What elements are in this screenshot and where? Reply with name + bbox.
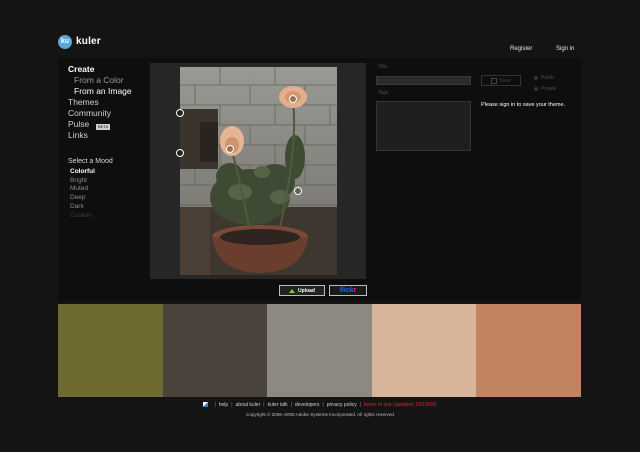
footer-terms-link[interactable]: terms of use (updated: 10/19/08) — [364, 402, 437, 408]
save-disk-icon — [491, 77, 498, 84]
nav-community[interactable]: Community — [68, 108, 111, 118]
flickr-logo-part2: r — [353, 287, 357, 294]
private-radio-icon — [534, 87, 538, 91]
rose-photo-image — [180, 67, 337, 275]
color-picker-4[interactable] — [289, 95, 297, 103]
palette-swatch-2[interactable] — [163, 304, 267, 397]
public-label: Public — [541, 75, 555, 81]
app-name[interactable]: kuler — [76, 36, 101, 47]
adobe-icon[interactable] — [203, 402, 209, 408]
color-picker-3[interactable] — [226, 145, 234, 153]
private-radio[interactable]: Private — [534, 86, 557, 92]
color-picker-5[interactable] — [294, 187, 302, 195]
mood-option-muted[interactable]: Muted — [70, 185, 88, 193]
footer-talk-link[interactable]: kuler talk — [268, 402, 288, 408]
mood-option-bright[interactable]: Bright — [70, 177, 87, 185]
flickr-button[interactable]: flick r — [329, 285, 367, 296]
public-radio[interactable]: Public — [534, 75, 555, 81]
upload-button-label: Upload — [298, 287, 315, 294]
footer-links: | help | about kuler | kuler talk | developers |… — [0, 402, 640, 408]
footer-developers-link[interactable]: developers — [295, 402, 319, 408]
mood-option-custom[interactable]: Custom — [70, 212, 92, 220]
tags-label: Tags — [378, 90, 389, 96]
nav-pulse[interactable]: Pulse — [68, 119, 89, 129]
private-label: Private — [541, 86, 557, 92]
flickr-logo-part1: flick — [339, 287, 354, 294]
signin-message: Please sign in to save your theme. — [481, 102, 566, 108]
mood-heading: Select a Mood — [68, 158, 113, 165]
tags-input[interactable] — [376, 101, 471, 151]
save-button[interactable]: Save — [481, 75, 521, 86]
signin-link[interactable]: Sign in — [556, 46, 574, 52]
footer-about-link[interactable]: about kuler — [236, 402, 261, 408]
save-button-label: Save — [499, 77, 511, 84]
mood-option-colorful[interactable]: Colorful — [70, 168, 95, 176]
nav-from-a-color[interactable]: From a Color — [74, 75, 124, 85]
source-photo — [180, 67, 337, 275]
palette-swatch-1[interactable] — [58, 304, 163, 397]
mood-option-dark[interactable]: Dark — [70, 203, 84, 211]
footer-help-link[interactable]: help — [219, 402, 228, 408]
nav-themes[interactable]: Themes — [68, 97, 99, 107]
mood-option-deep[interactable]: Deep — [70, 194, 86, 202]
kuler-logo-icon[interactable]: ku — [58, 35, 72, 49]
public-radio-icon — [534, 76, 538, 80]
color-picker-2[interactable] — [176, 149, 184, 157]
title-input[interactable] — [376, 76, 471, 85]
upload-button[interactable]: Upload — [279, 285, 325, 296]
title-label: Title — [378, 64, 388, 70]
upload-arrow-icon — [289, 288, 296, 293]
copyright-text: Copyright © 2006–2008 Adobe Systems Inco… — [246, 412, 394, 417]
footer-privacy-link[interactable]: privacy policy — [327, 402, 357, 408]
palette-swatch-4[interactable] — [372, 304, 476, 397]
register-link[interactable]: Register — [510, 46, 532, 52]
color-picker-1[interactable] — [176, 109, 184, 117]
palette-swatch-3[interactable] — [267, 304, 372, 397]
nav-links[interactable]: Links — [68, 130, 88, 140]
nav-create[interactable]: Create — [68, 64, 94, 74]
nav-from-an-image[interactable]: From an Image — [74, 86, 132, 96]
palette-swatch-5[interactable] — [476, 304, 581, 397]
beta-badge: BETA — [96, 124, 111, 130]
